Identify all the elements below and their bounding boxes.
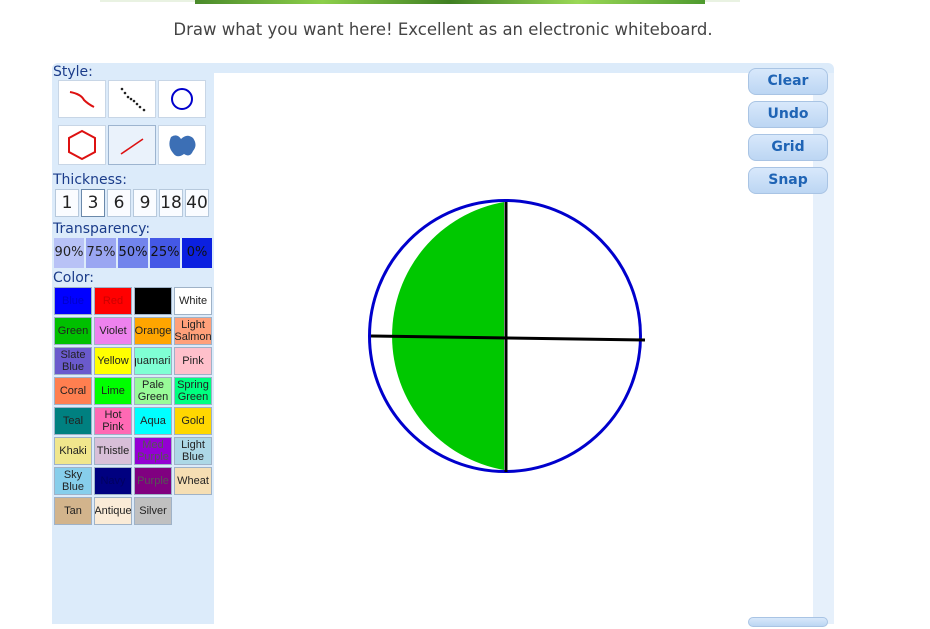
transparency-option-50pct[interactable]: 50% (118, 238, 148, 268)
color-swatch-yellow[interactable]: Yellow (94, 347, 132, 375)
undo-button[interactable]: Undo (748, 101, 828, 128)
color-swatch-blue[interactable]: Blue (54, 287, 92, 315)
color-swatch-violet[interactable]: Violet (94, 317, 132, 345)
color-label: Color: (53, 270, 95, 286)
color-swatch-hot-pink[interactable]: Hot Pink (94, 407, 132, 435)
color-swatch-antique[interactable]: Antique (94, 497, 132, 525)
color-swatch-green[interactable]: Green (54, 317, 92, 345)
thickness-label: Thickness: (53, 172, 127, 188)
color-swatch-tan[interactable]: Tan (54, 497, 92, 525)
color-swatch-light-salmon[interactable]: Light Salmon (174, 317, 212, 345)
color-swatch-teal[interactable]: Teal (54, 407, 92, 435)
color-swatch-slate-blue[interactable]: Slate Blue (54, 347, 92, 375)
color-swatch-aqua[interactable]: Aqua (134, 407, 172, 435)
color-swatch-red[interactable]: Red (94, 287, 132, 315)
hexagon-icon (68, 129, 96, 161)
color-swatch-pale-green[interactable]: Pale Green (134, 377, 172, 405)
circle-icon (171, 88, 193, 110)
color-swatch-white[interactable]: White (174, 287, 212, 315)
style-circle-button[interactable] (158, 80, 206, 118)
snap-button[interactable]: Snap (748, 167, 828, 194)
header-banner-image (195, 0, 705, 4)
color-swatch-aquamarine[interactable]: Aquamarine (134, 347, 172, 375)
color-swatch-lime[interactable]: Lime (94, 377, 132, 405)
style-label: Style: (53, 64, 93, 80)
color-swatch-khaki[interactable]: Khaki (54, 437, 92, 465)
style-polygon-button[interactable] (58, 125, 106, 165)
thickness-option-6[interactable]: 6 (107, 189, 131, 217)
color-swatch-med-purple[interactable]: Med Purple (134, 437, 172, 465)
color-swatch-light-blue[interactable]: Light Blue (174, 437, 212, 465)
thickness-option-3[interactable]: 3 (81, 189, 105, 217)
thickness-option-40[interactable]: 40 (185, 189, 209, 217)
thickness-option-18[interactable]: 18 (159, 189, 183, 217)
thickness-option-1[interactable]: 1 (55, 189, 79, 217)
color-swatch-purple[interactable]: Purple (134, 467, 172, 495)
grid-button[interactable]: Grid (748, 134, 828, 161)
style-straight-line-button[interactable] (108, 125, 156, 165)
thickness-option-9[interactable]: 9 (133, 189, 157, 217)
transparency-label: Transparency: (53, 221, 151, 237)
transparency-option-0pct[interactable]: 0% (182, 238, 212, 268)
color-swatch-sky-blue[interactable]: Sky Blue (54, 467, 92, 495)
color-swatch-silver[interactable]: Silver (134, 497, 172, 525)
color-swatch-coral[interactable]: Coral (54, 377, 92, 405)
color-swatch-black[interactable] (134, 287, 172, 315)
blob-icon (169, 135, 196, 157)
color-swatch-navy[interactable]: Navy (94, 467, 132, 495)
instructions-text: Draw what you want here! Excellent as an… (173, 20, 713, 39)
color-swatch-pink[interactable]: Pink (174, 347, 212, 375)
style-filled-shape-button[interactable] (158, 125, 206, 165)
drawing-canvas[interactable] (214, 73, 813, 624)
color-swatch-thistle[interactable]: Thistle (94, 437, 132, 465)
curve-icon (69, 91, 95, 108)
bottom-button-partial[interactable] (748, 617, 828, 627)
dots-icon (120, 87, 146, 112)
transparency-option-75pct[interactable]: 75% (86, 238, 116, 268)
clear-button[interactable]: Clear (748, 68, 828, 95)
color-swatch-spring-green[interactable]: Spring Green (174, 377, 212, 405)
style-freehand-button[interactable] (58, 80, 106, 118)
color-swatch-orange[interactable]: Orange (134, 317, 172, 345)
line-icon (120, 138, 144, 155)
color-swatch-wheat[interactable]: Wheat (174, 467, 212, 495)
transparency-option-90pct[interactable]: 90% (54, 238, 84, 268)
style-dotted-line-button[interactable] (108, 80, 156, 118)
transparency-option-25pct[interactable]: 25% (150, 238, 180, 268)
drawing-surface (368, 199, 646, 473)
color-swatch-gold[interactable]: Gold (174, 407, 212, 435)
